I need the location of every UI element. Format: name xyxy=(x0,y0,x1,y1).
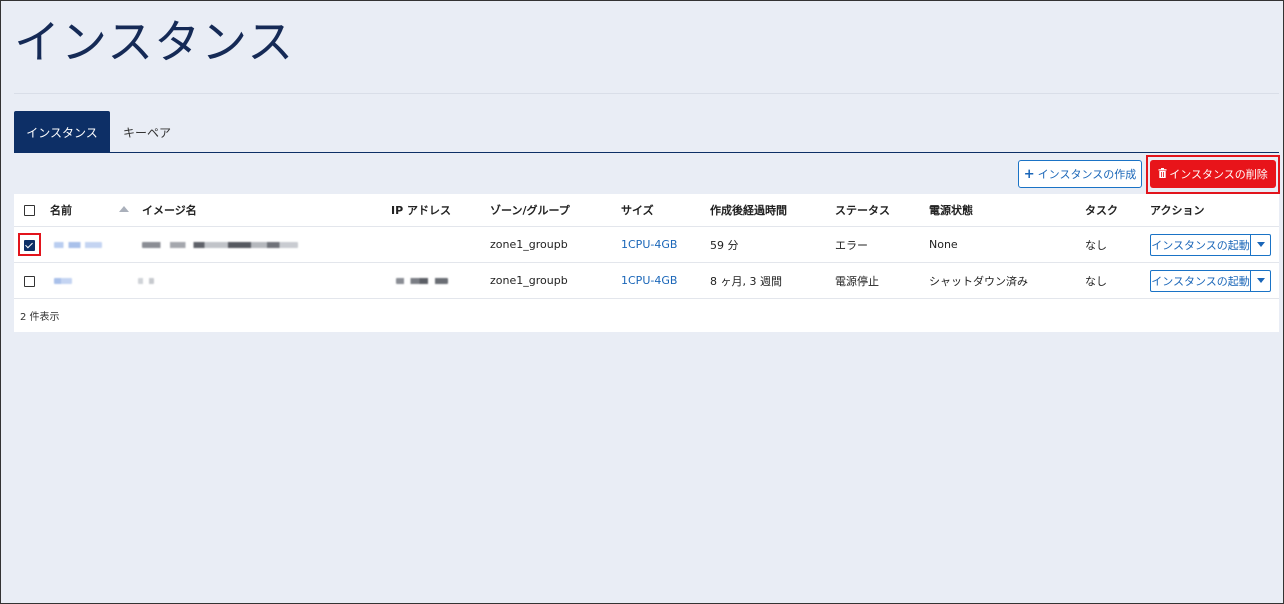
title-divider xyxy=(14,93,1279,94)
redacted-image-name xyxy=(138,277,154,284)
size-link[interactable]: 1CPU-4GB xyxy=(621,227,677,262)
more-actions-dropdown[interactable] xyxy=(1251,233,1271,256)
row-checkbox[interactable] xyxy=(24,239,35,251)
column-header-ip[interactable]: IP アドレス xyxy=(391,194,451,226)
column-header-task[interactable]: タスク xyxy=(1085,194,1118,226)
status-value: エラー xyxy=(835,238,868,252)
power-state-value: シャットダウン済み xyxy=(929,274,1028,288)
redacted-ip-address xyxy=(396,277,448,284)
items-count-label: 2 件表示 xyxy=(20,312,60,323)
tab-keypairs[interactable]: キーペア xyxy=(112,111,182,153)
task-value: なし xyxy=(1085,238,1107,252)
instances-table: 名前 イメージ名 IP アドレス ゾーン/グループ サイズ 作成後経過時間 ステ… xyxy=(14,194,1279,332)
age-value: 8 ヶ月, 3 週間 xyxy=(710,274,782,288)
column-header-size[interactable]: サイズ xyxy=(621,194,654,226)
age-value: 59 分 xyxy=(710,238,739,252)
redacted-image-name xyxy=(142,241,298,248)
delete-instance-label: インスタンスの削除 xyxy=(1169,168,1268,181)
create-instance-button[interactable]: + インスタンスの作成 xyxy=(1018,160,1142,188)
column-header-zone[interactable]: ゾーン/グループ xyxy=(490,194,570,226)
row-action-group: インスタンスの起動 xyxy=(1150,269,1271,292)
column-header-power[interactable]: 電源状態 xyxy=(929,194,973,226)
row-checkbox[interactable] xyxy=(24,275,35,287)
column-header-name[interactable]: 名前 xyxy=(50,194,72,226)
table-row: zone1_groupb 1CPU-4GB 59 分 エラー None なし イ… xyxy=(14,227,1279,263)
column-header-image[interactable]: イメージ名 xyxy=(142,194,197,226)
app-frame: インスタンス インスタンス キーペア + インスタンスの作成 インスタンスの削除… xyxy=(0,0,1284,604)
tab-instances[interactable]: インスタンス xyxy=(14,111,110,153)
column-header-actions: アクション xyxy=(1150,204,1205,217)
more-actions-dropdown[interactable] xyxy=(1251,269,1271,292)
table-row: zone1_groupb 1CPU-4GB 8 ヶ月, 3 週間 電源停止 シャ… xyxy=(14,263,1279,299)
page-title: インスタンス xyxy=(14,15,295,69)
start-instance-button[interactable]: インスタンスの起動 xyxy=(1150,233,1251,256)
column-header-status[interactable]: ステータス xyxy=(835,194,890,226)
power-state-value: None xyxy=(929,238,958,251)
tab-bar: インスタンス キーペア xyxy=(14,111,1279,153)
zone-value: zone1_groupb xyxy=(490,274,568,287)
plus-icon: + xyxy=(1023,166,1035,182)
sort-asc-icon[interactable] xyxy=(119,206,129,212)
task-value: なし xyxy=(1085,274,1107,288)
redacted-name-link[interactable] xyxy=(54,241,102,248)
trash-icon xyxy=(1158,167,1167,181)
delete-instance-button[interactable]: インスタンスの削除 xyxy=(1150,160,1276,188)
select-all-checkbox[interactable] xyxy=(24,205,35,216)
caret-down-icon xyxy=(1256,242,1265,247)
redacted-name-link[interactable] xyxy=(54,277,72,284)
status-value: 電源停止 xyxy=(835,274,879,288)
create-instance-label: インスタンスの作成 xyxy=(1037,168,1137,181)
table-header-row: 名前 イメージ名 IP アドレス ゾーン/グループ サイズ 作成後経過時間 ステ… xyxy=(14,194,1279,227)
start-instance-button[interactable]: インスタンスの起動 xyxy=(1150,269,1251,292)
size-link[interactable]: 1CPU-4GB xyxy=(621,263,677,298)
zone-value: zone1_groupb xyxy=(490,238,568,251)
caret-down-icon xyxy=(1256,278,1265,283)
column-header-age[interactable]: 作成後経過時間 xyxy=(710,194,787,226)
row-action-group: インスタンスの起動 xyxy=(1150,233,1271,256)
